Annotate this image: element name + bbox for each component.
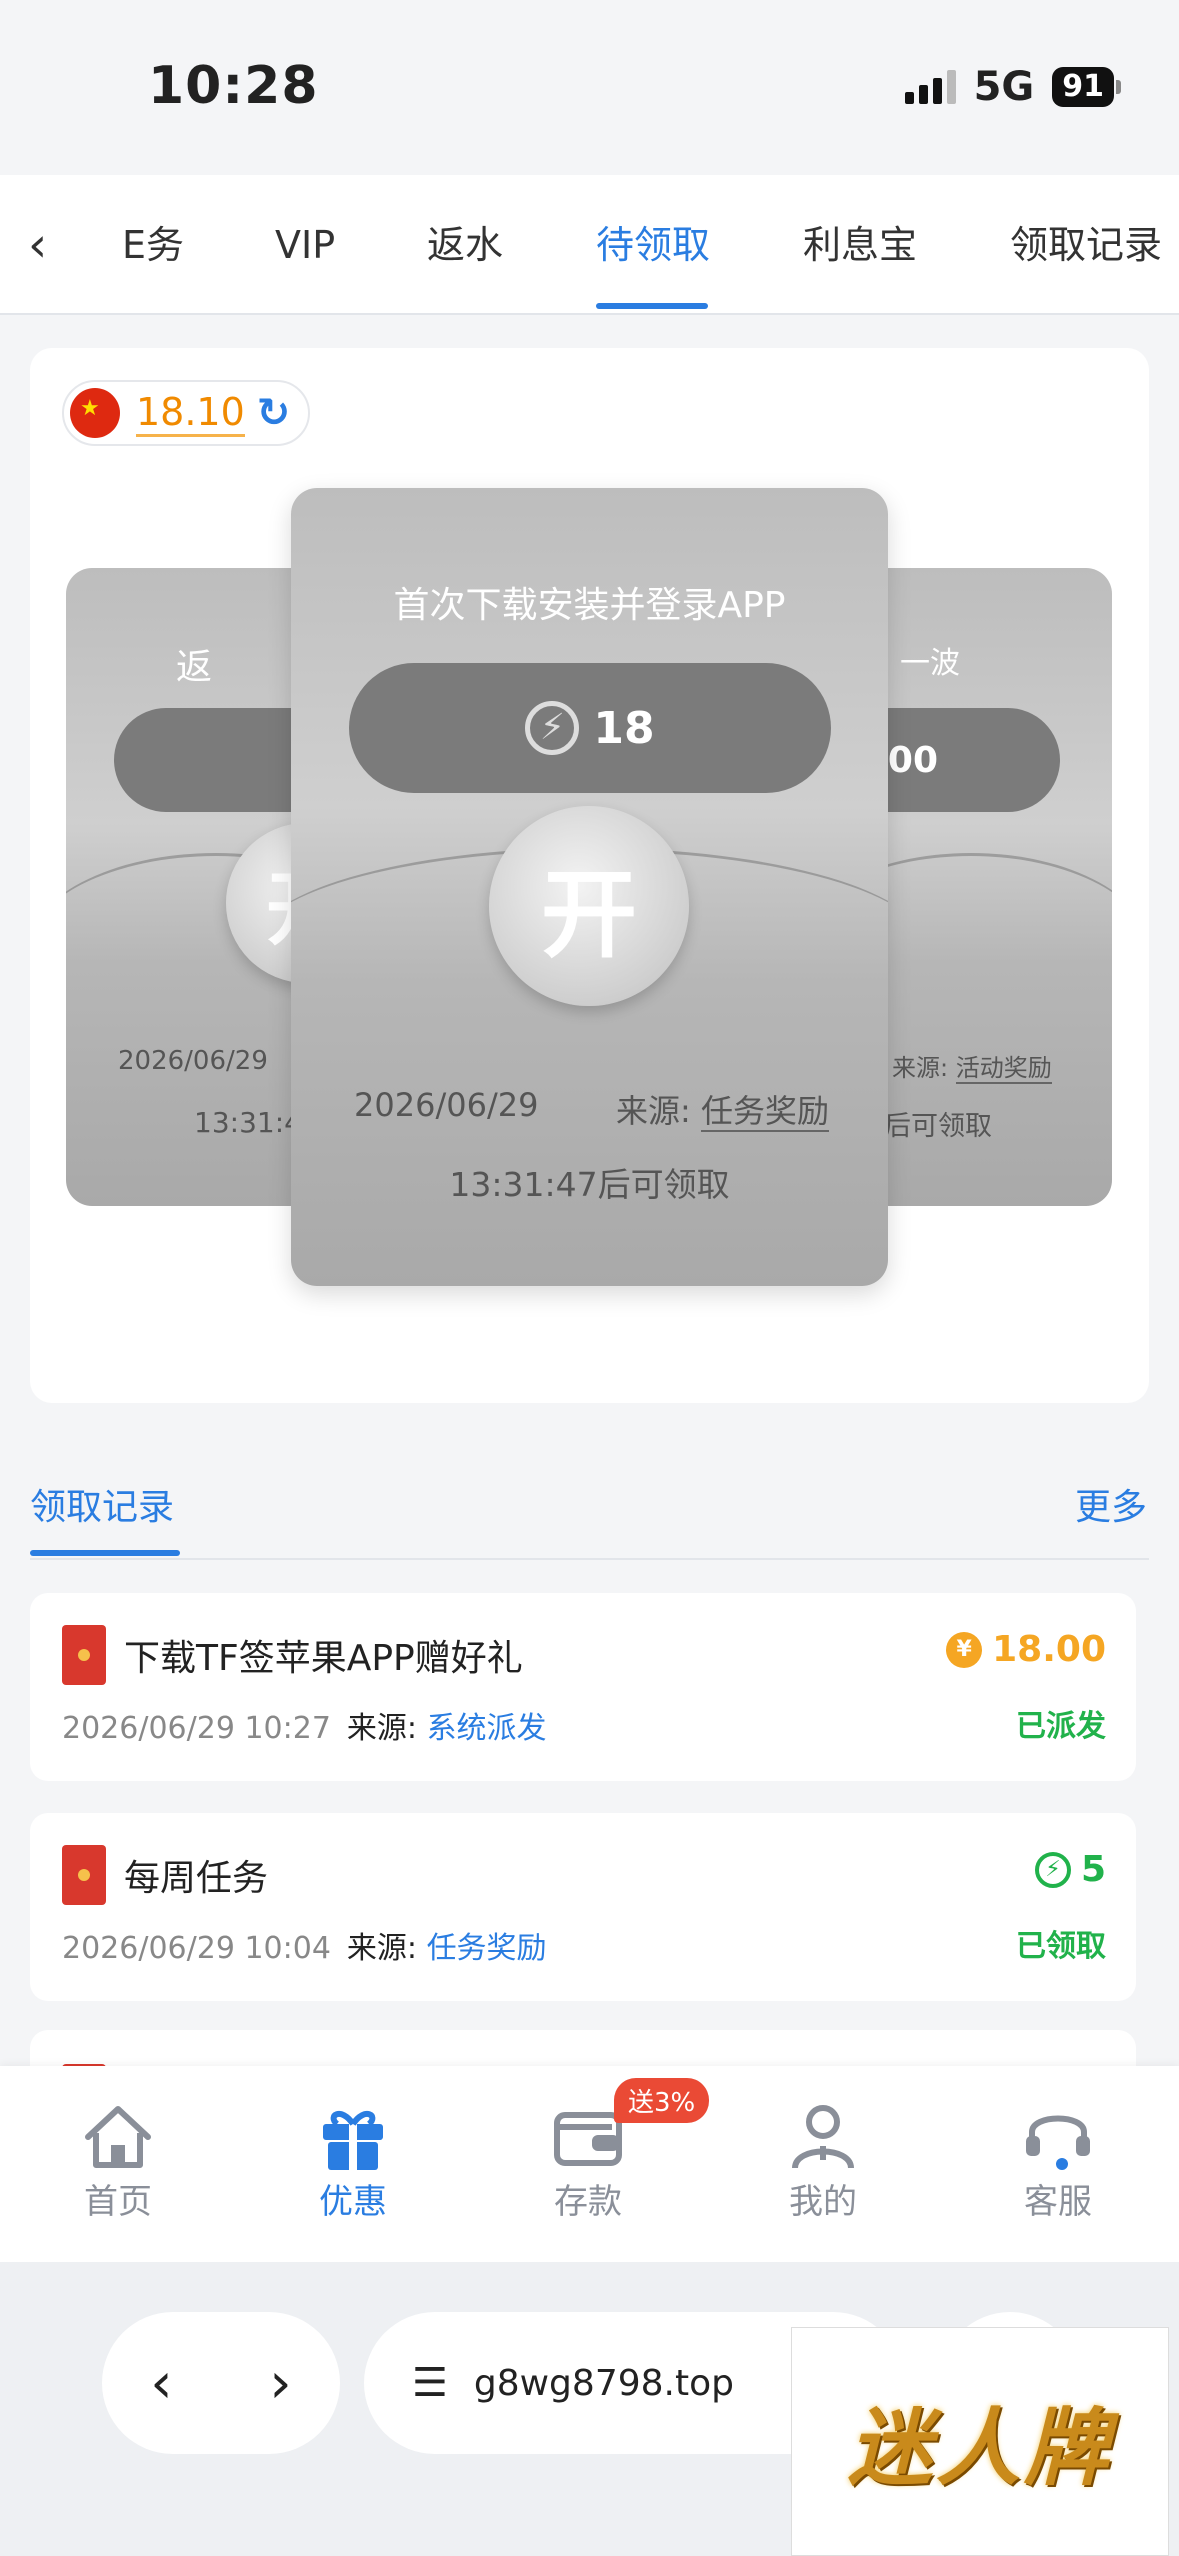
nav-profile[interactable]: 我的 (743, 2102, 903, 2223)
bottom-nav: 首页 优惠 存款 我的 客服 (0, 2066, 1179, 2262)
chevron-left-icon[interactable]: ‹ (28, 217, 78, 273)
browser-nav-group: ‹ › (102, 2312, 340, 2454)
red-envelope-icon (62, 1845, 106, 1905)
card-source: 来源: 任务奖励 (616, 1092, 829, 1132)
signal-icon (904, 70, 956, 104)
home-icon (38, 2102, 198, 2172)
china-flag-icon: ★ (70, 388, 120, 438)
more-link[interactable]: 更多 (1075, 1478, 1147, 1530)
tab-task[interactable]: E务 (122, 217, 184, 273)
headset-icon (978, 2102, 1138, 2172)
tab-interest[interactable]: 利息宝 (803, 217, 917, 273)
back-arrow-icon[interactable]: ‹ (150, 2351, 172, 2416)
battery-level: 91 (1052, 67, 1114, 107)
bolt-icon: ⚡ (1034, 1851, 1071, 1888)
record-amount: ¥ 18.00 (946, 1629, 1106, 1670)
reward-card-center[interactable]: 首次下载安装并登录APP ⚡ 18 开 2026/06/29 来源: 任务奖励 … (291, 488, 888, 1286)
reward-amount-pill: ⚡ 18 (349, 663, 831, 793)
forward-arrow-icon[interactable]: › (269, 2351, 291, 2416)
card-source-link[interactable]: 任务奖励 (700, 1092, 829, 1132)
watermark-logo: 迷人牌 (791, 2327, 1169, 2556)
nav-support[interactable]: 客服 (978, 2102, 1138, 2223)
card-date: 2026/06/29 (354, 1086, 539, 1124)
records-title-underline (30, 1550, 180, 1556)
tab-claim-history[interactable]: 领取记录 (1010, 217, 1162, 273)
nav-promotions[interactable]: 优惠 (273, 2102, 433, 2223)
url-text: g8wg8798.top (473, 2362, 734, 2404)
tabs-menu-icon[interactable]: ☰ (412, 2360, 448, 2406)
tab-vip[interactable]: VIP (275, 217, 335, 273)
clock: 10:28 (148, 56, 319, 116)
balance-chip: ★ 18.10 ↻ (62, 380, 310, 446)
record-item[interactable]: 每周任务 2026/06/29 10:04 来源: 任务奖励 ⚡ 5 已领取 (30, 1813, 1136, 2001)
nav-home[interactable]: 首页 (38, 2102, 198, 2223)
tab-bar: ‹ E务 VIP 返水 待领取 利息宝 领取记录 (0, 175, 1179, 315)
reward-amount: 18 (593, 702, 655, 754)
battery-icon: 91 (1052, 67, 1121, 107)
record-title: 每周任务 (124, 1858, 269, 1899)
balance-value: 18.10 (136, 390, 245, 437)
records-title[interactable]: 领取记录 (30, 1478, 174, 1530)
tab-pending[interactable]: 待领取 (596, 217, 710, 273)
open-button[interactable]: 开 (489, 806, 689, 1006)
card-countdown: 后可领取 (884, 1111, 992, 1142)
red-envelope-icon (62, 1625, 106, 1685)
network-label: 5G (973, 64, 1035, 110)
record-amount: ⚡ 5 (1034, 1849, 1106, 1890)
active-tab-indicator (596, 303, 708, 309)
record-status: 已领取 (1016, 1929, 1106, 1964)
coin-icon: ¥ (946, 1631, 983, 1668)
card-title: 首次下载安装并登录APP (393, 585, 786, 626)
card-countdown: 13:31:47后可领取 (449, 1165, 730, 1204)
record-meta: 2026/06/29 10:27 来源: 系统派发 (62, 1711, 547, 1746)
card-source: 来源: 活动奖励 (892, 1054, 1052, 1084)
record-status: 已派发 (1016, 1709, 1106, 1744)
user-icon (743, 2102, 903, 2172)
tab-rebate[interactable]: 返水 (427, 217, 503, 273)
status-bar: 10:28 5G 91 (0, 0, 1179, 175)
record-title: 下载TF签苹果APP赠好礼 (124, 1638, 523, 1679)
refresh-icon[interactable]: ↻ (257, 390, 291, 436)
record-item[interactable]: 下载TF签苹果APP赠好礼 2026/06/29 10:27 来源: 系统派发 ¥… (30, 1593, 1136, 1781)
record-meta: 2026/06/29 10:04 来源: 任务奖励 (62, 1931, 547, 1966)
gift-icon (273, 2102, 433, 2172)
bolt-icon: ⚡ (525, 701, 580, 755)
card-date: 2026/06/29 (118, 1046, 268, 1076)
deposit-bonus-badge: 送3% (614, 2078, 710, 2123)
